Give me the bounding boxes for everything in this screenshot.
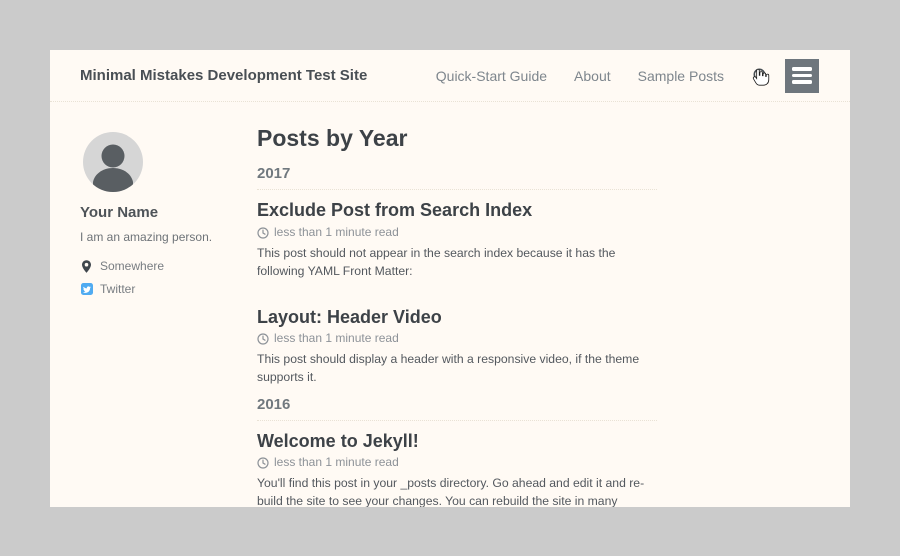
masthead-nav: Quick-Start Guide About Sample Posts — [436, 68, 724, 84]
post-meta: less than 1 minute read — [257, 331, 657, 346]
year-section-2017: 2017 Exclude Post from Search Index less… — [257, 165, 657, 386]
clock-icon — [257, 333, 269, 345]
site-title[interactable]: Minimal Mistakes Development Test Site — [80, 67, 367, 84]
post-meta: less than 1 minute read — [257, 225, 657, 240]
clock-icon — [257, 227, 269, 239]
post-excerpt: You'll find this post in your _posts dir… — [257, 475, 657, 507]
author-bio: I am an amazing person. — [80, 230, 248, 244]
year-section-2016: 2016 Welcome to Jekyll! less than 1 minu… — [257, 396, 657, 507]
clock-icon — [257, 457, 269, 469]
author-twitter-link[interactable]: Twitter — [80, 282, 248, 296]
year-heading: 2016 — [257, 396, 657, 421]
author-twitter-label: Twitter — [100, 282, 135, 296]
search-icon — [752, 67, 770, 85]
author-location-label: Somewhere — [100, 259, 164, 273]
page-card: Minimal Mistakes Development Test Site Q… — [50, 50, 850, 507]
post-item: Exclude Post from Search Index less than… — [257, 200, 657, 280]
post-title-link[interactable]: Layout: Header Video — [257, 307, 657, 328]
post-item: Welcome to Jekyll! less than 1 minute re… — [257, 431, 657, 507]
archive-content: Posts by Year 2017 Exclude Post from Sea… — [257, 125, 657, 507]
author-name: Your Name — [80, 204, 248, 221]
read-time: less than 1 minute read — [274, 331, 399, 346]
read-time: less than 1 minute read — [274, 455, 399, 470]
twitter-icon — [80, 283, 93, 295]
map-marker-icon — [80, 260, 93, 273]
avatar — [83, 132, 143, 192]
year-heading: 2017 — [257, 165, 657, 190]
masthead: Minimal Mistakes Development Test Site Q… — [50, 50, 850, 102]
post-excerpt: This post should not appear in the searc… — [257, 245, 657, 280]
author-sidebar: Your Name I am an amazing person. Somewh… — [80, 132, 248, 305]
nav-link-quick-start-guide[interactable]: Quick-Start Guide — [436, 68, 547, 84]
nav-link-about[interactable]: About — [574, 68, 611, 84]
search-button[interactable] — [752, 67, 770, 85]
post-meta: less than 1 minute read — [257, 455, 657, 470]
post-title-link[interactable]: Welcome to Jekyll! — [257, 431, 657, 452]
post-excerpt: This post should display a header with a… — [257, 351, 657, 386]
nav-link-sample-posts[interactable]: Sample Posts — [638, 68, 724, 84]
read-time: less than 1 minute read — [274, 225, 399, 240]
menu-toggle-button[interactable] — [785, 59, 819, 93]
post-item: Layout: Header Video less than 1 minute … — [257, 307, 657, 387]
post-title-link[interactable]: Exclude Post from Search Index — [257, 200, 657, 221]
author-links: Somewhere Twitter — [80, 259, 248, 296]
page-title: Posts by Year — [257, 125, 657, 151]
author-location: Somewhere — [80, 259, 248, 273]
